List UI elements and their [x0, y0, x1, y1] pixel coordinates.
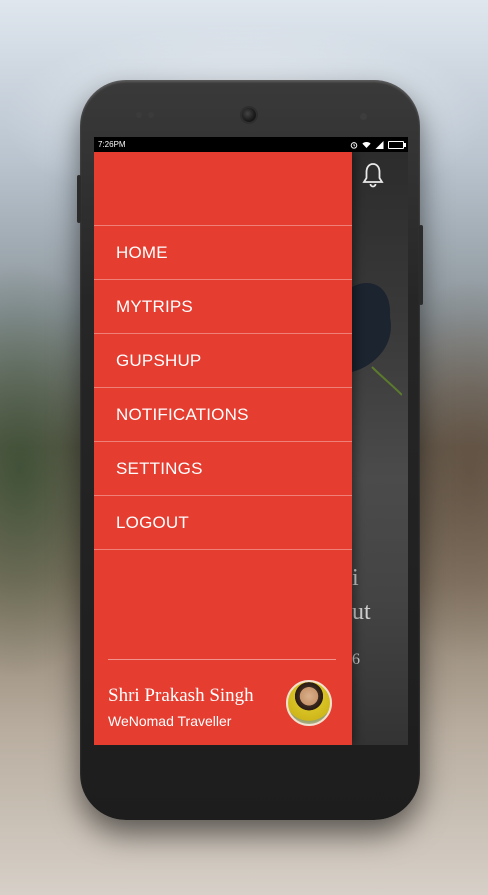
status-icons — [350, 140, 406, 149]
menu-item-label: MYTRIPS — [116, 296, 193, 316]
proximity-sensor — [360, 113, 367, 120]
status-time: 7:26PM — [98, 140, 126, 149]
menu-item-notifications[interactable]: NOTIFICATIONS — [94, 388, 352, 442]
background-partial-text: ut — [352, 599, 371, 625]
speaker-dot — [136, 112, 142, 118]
menu-item-label: SETTINGS — [116, 458, 203, 478]
volume-button — [77, 175, 81, 223]
battery-icon — [388, 140, 406, 149]
menu-item-label: GUPSHUP — [116, 350, 202, 370]
front-camera — [242, 108, 256, 122]
menu-item-logout[interactable]: LOGOUT — [94, 496, 352, 550]
navigation-drawer: HOME MYTRIPS GUPSHUP NOTIFICATIONS SETTI… — [94, 152, 352, 745]
phone-screen: 7:26PM i ut 6 HOME MYTRIPS GUPSHUP NOTIF… — [94, 137, 408, 745]
menu-item-home[interactable]: HOME — [94, 226, 352, 280]
speaker-dot — [148, 112, 154, 118]
menu-item-label: NOTIFICATIONS — [116, 404, 249, 424]
menu-item-mytrips[interactable]: MYTRIPS — [94, 280, 352, 334]
alarm-icon — [350, 141, 358, 149]
flower-image — [352, 282, 402, 396]
signal-icon — [375, 140, 384, 149]
wifi-icon — [362, 141, 371, 148]
menu-item-gupshup[interactable]: GUPSHUP — [94, 334, 352, 388]
profile-subtitle: WeNomad Traveller — [108, 713, 232, 729]
profile-name[interactable]: Shri Prakash Singh — [108, 685, 254, 707]
background-partial-text: 6 — [352, 651, 360, 668]
power-button — [419, 225, 423, 305]
menu-item-label: LOGOUT — [116, 512, 189, 532]
menu-item-settings[interactable]: SETTINGS — [94, 442, 352, 496]
background-partial-text: i — [352, 565, 359, 591]
status-bar: 7:26PM — [94, 137, 408, 152]
avatar[interactable] — [286, 680, 332, 726]
profile-divider — [108, 659, 336, 660]
bell-icon[interactable] — [360, 161, 386, 189]
main-screen-behind-drawer — [352, 152, 408, 745]
drawer-menu: HOME MYTRIPS GUPSHUP NOTIFICATIONS SETTI… — [94, 225, 352, 550]
menu-item-label: HOME — [116, 242, 168, 262]
